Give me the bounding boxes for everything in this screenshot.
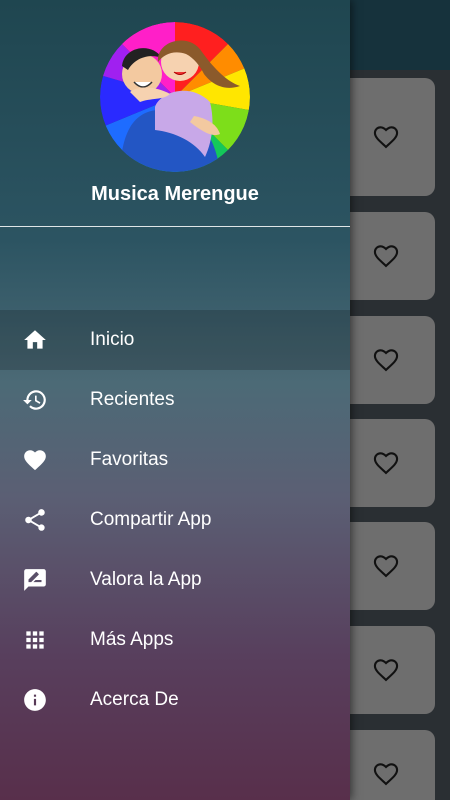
apps-grid-icon bbox=[22, 627, 48, 653]
heart-outline-icon[interactable] bbox=[372, 760, 400, 788]
menu-item-inicio[interactable]: Inicio bbox=[0, 310, 350, 370]
share-icon bbox=[22, 507, 48, 533]
menu-item-recientes[interactable]: Recientes bbox=[0, 370, 350, 430]
menu-item-label: Inicio bbox=[90, 329, 135, 350]
app-logo-avatar bbox=[100, 22, 250, 172]
home-icon bbox=[22, 327, 48, 353]
heart-outline-icon[interactable] bbox=[372, 552, 400, 580]
menu-item-label: Recientes bbox=[90, 389, 175, 410]
heart-outline-icon[interactable] bbox=[372, 346, 400, 374]
drawer-header: Musica Merengue bbox=[0, 0, 350, 227]
menu-item-favoritas[interactable]: Favoritas bbox=[0, 430, 350, 490]
menu-item-compartir-app[interactable]: Compartir App bbox=[0, 490, 350, 550]
heart-outline-icon[interactable] bbox=[372, 123, 400, 151]
rate-review-icon bbox=[22, 567, 48, 593]
info-icon bbox=[22, 687, 48, 713]
menu-item-valora-la-app[interactable]: Valora la App bbox=[0, 550, 350, 610]
menu-item-mas-apps[interactable]: Más Apps bbox=[0, 610, 350, 670]
app-name-title: Musica Merengue bbox=[91, 183, 259, 205]
menu-item-label: Compartir App bbox=[90, 509, 212, 530]
menu-item-acerca-de[interactable]: Acerca De bbox=[0, 670, 350, 730]
menu-item-label: Favoritas bbox=[90, 449, 169, 470]
history-icon bbox=[22, 387, 48, 413]
heart-icon bbox=[22, 447, 48, 473]
heart-outline-icon[interactable] bbox=[372, 656, 400, 684]
heart-outline-icon[interactable] bbox=[372, 449, 400, 477]
heart-outline-icon[interactable] bbox=[372, 242, 400, 270]
drawer-menu: Inicio Recientes Favoritas Compartir App… bbox=[0, 310, 350, 730]
menu-item-label: Acerca De bbox=[90, 689, 179, 710]
menu-item-label: Más Apps bbox=[90, 629, 174, 650]
navigation-drawer: Musica Merengue Inicio Recientes Favorit… bbox=[0, 0, 350, 800]
menu-item-label: Valora la App bbox=[90, 569, 202, 590]
